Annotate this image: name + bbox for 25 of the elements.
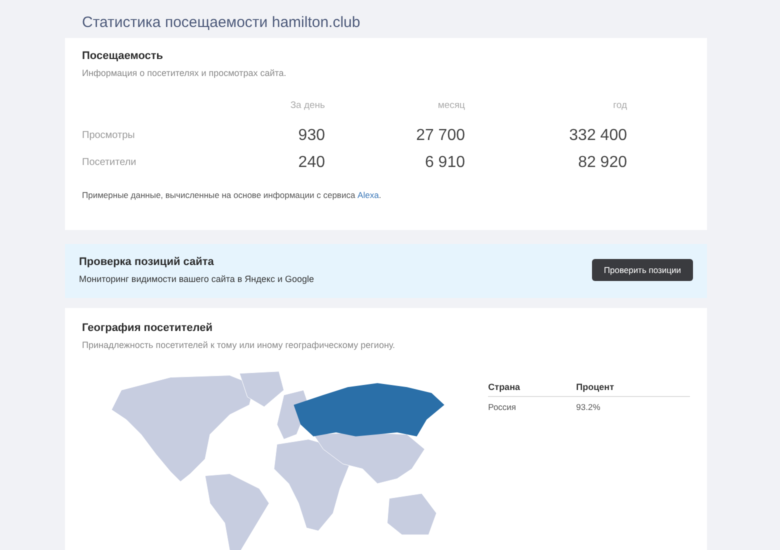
stat-value: 27 700: [415, 126, 465, 146]
stat-value: 82 920: [577, 152, 627, 172]
alexa-link[interactable]: Alexa: [358, 190, 379, 200]
table-cell-text: 93.2%: [576, 401, 602, 414]
stat-value: 6 910: [424, 152, 465, 172]
note-text: Примерные данные, вычисленные на основе информации с сервиса Alexa.: [82, 190, 382, 200]
row-label: Просмотры: [82, 129, 136, 143]
column-header: год: [612, 100, 627, 113]
stat-value: 930: [297, 126, 325, 146]
page-title: Статистика посещаемости hamilton.club: [82, 14, 360, 31]
column-header: месяц: [436, 100, 465, 113]
table-cell-text: Россия: [488, 401, 518, 414]
section-title: География посетителей: [82, 322, 214, 334]
stat-value: 240: [297, 152, 325, 172]
promo-subtitle: Мониторинг видимости вашего сайта в Яндекс и Google: [79, 274, 314, 284]
column-header: Процент: [576, 378, 690, 397]
section-subtitle: Информация о посетителях и просмотрах сайта.: [82, 68, 288, 78]
check-positions-button[interactable]: Проверить позиции: [592, 259, 693, 281]
row-label: Посетители: [82, 156, 138, 170]
stat-value: 332 400: [568, 126, 627, 146]
column-header: Страна: [488, 378, 576, 397]
section-subtitle: Принадлежность посетителей к тому или иному географическому региону.: [82, 340, 396, 350]
section-title: Посещаемость: [82, 50, 164, 62]
promo-title: Проверка позиций сайта: [79, 256, 215, 268]
column-header: За день: [289, 100, 325, 113]
